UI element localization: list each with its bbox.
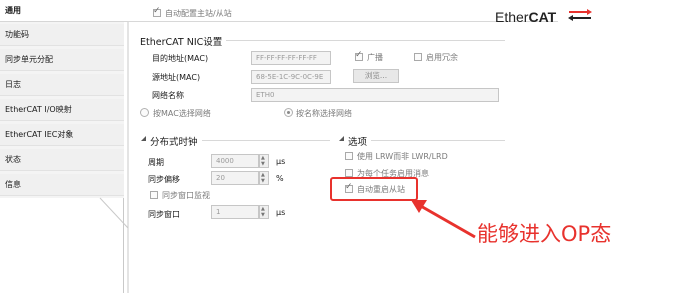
broadcast-checkbox[interactable] [355, 50, 363, 61]
sidebar: 通用 功能码 同步单元分配 日志 EtherCAT I/O映射 EtherCAT… [0, 0, 129, 293]
redundancy-label: 启用冗余 [426, 53, 458, 62]
select-by-mac-label: 按MAC选择网络 [153, 109, 211, 118]
ethercat-logo-arrows-icon [568, 9, 592, 21]
sync-window-unit: µs [276, 208, 286, 217]
sync-window-label: 同步窗口 [148, 210, 180, 219]
tab-strip-edge [99, 22, 129, 293]
select-by-name-label: 按名称选择网络 [296, 109, 352, 118]
nic-section-title: EtherCAT NIC设置 [140, 34, 227, 48]
browse-button[interactable]: 浏览... [353, 69, 399, 83]
collapse-triangle-icon[interactable] [338, 135, 346, 143]
option-lrw-label: 使用 LRW而非 LWR/LRD [357, 152, 448, 161]
network-name-label: 网络名称 [152, 91, 184, 100]
header-divider [128, 21, 558, 22]
option-messages-checkbox[interactable] [345, 169, 353, 177]
source-mac-field[interactable]: 68-5E-1C-9C-0C-9E [251, 70, 331, 84]
period-spinner[interactable]: ▲ ▼ [259, 154, 269, 168]
ethercat-logo: EtherCAT [495, 9, 557, 25]
dest-mac-label: 目的地址(MAC) [152, 54, 209, 63]
sync-window-field[interactable]: 1 [211, 205, 259, 219]
collapse-triangle-icon[interactable] [140, 135, 148, 143]
offset-spinner[interactable]: ▲ ▼ [259, 171, 269, 185]
options-rule [348, 140, 505, 141]
offset-unit: % [276, 174, 284, 183]
sync-window-monitor-label: 同步窗口监视 [162, 191, 210, 200]
period-unit: µs [276, 157, 286, 166]
dest-mac-field[interactable]: FF-FF-FF-FF-FF-FF [251, 51, 331, 65]
annotation-text: 能够进入OP态 [477, 222, 612, 246]
dc-section-title: 分布式时钟 [150, 134, 202, 148]
source-mac-label: 源地址(MAC) [152, 73, 201, 82]
auto-config-label: 自动配置主站/从站 [165, 9, 232, 18]
option-lrw-checkbox[interactable] [345, 152, 353, 160]
period-label: 周期 [148, 158, 164, 167]
period-field[interactable]: 4000 [211, 154, 259, 168]
annotation-arrow-icon [411, 200, 476, 239]
redundancy-checkbox[interactable] [414, 53, 422, 61]
network-name-field[interactable]: ETH0 [251, 88, 499, 102]
select-by-name-radio[interactable] [284, 108, 293, 117]
sync-window-spinner[interactable]: ▲ ▼ [259, 205, 269, 219]
auto-config-checkbox[interactable] [153, 6, 161, 17]
sync-window-monitor-checkbox[interactable] [150, 191, 158, 199]
offset-label: 同步偏移 [148, 175, 180, 184]
broadcast-label: 广播 [367, 53, 383, 62]
options-section-title: 选项 [348, 134, 372, 148]
select-by-mac-radio[interactable] [140, 108, 149, 117]
offset-field[interactable]: 20 [211, 171, 259, 185]
